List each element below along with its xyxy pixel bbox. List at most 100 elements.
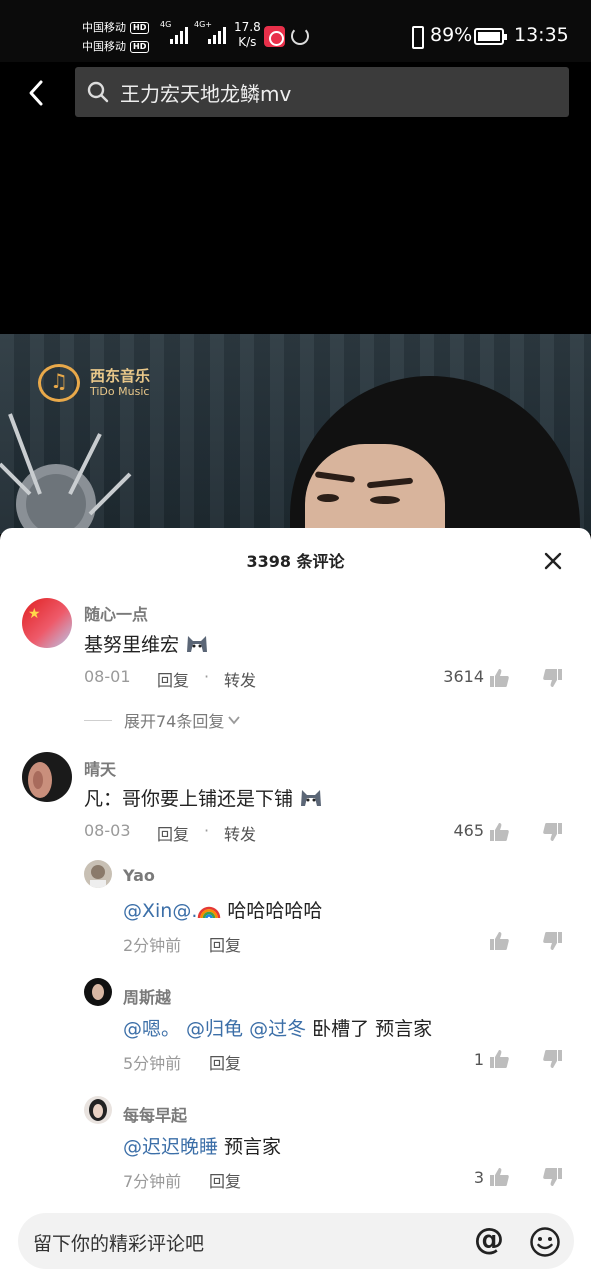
like-button[interactable] — [488, 1166, 510, 1188]
vibrate-icon — [405, 26, 427, 49]
comment-text: 凡：哥你要上铺还是下铺 — [84, 784, 323, 811]
avatar-image — [84, 978, 112, 1006]
reply-time: 5分钟前 — [123, 1054, 182, 1073]
speed-unit: K/s — [238, 35, 257, 49]
battery-percent: 89% — [430, 24, 473, 46]
emoji-button[interactable] — [529, 1226, 561, 1258]
comment-count-title: 3398 条评论 — [246, 552, 345, 571]
clock: 13:35 — [514, 24, 569, 46]
svg-text:★: ★ — [28, 606, 41, 622]
reply-button[interactable]: 回复 — [209, 932, 241, 956]
dislike-button[interactable] — [542, 821, 564, 843]
avatar-image — [22, 752, 72, 802]
expand-replies-label: 展开74条回复 — [124, 712, 225, 731]
avatar[interactable] — [84, 1096, 112, 1124]
mention-button[interactable]: @ — [474, 1224, 504, 1256]
reply-text: @嗯。 @归龟 @过冬 卧槽了 预言家 — [123, 1014, 432, 1041]
avatar-flag-image: ★ — [22, 598, 72, 648]
network-speed: 17.8 K/s — [234, 20, 261, 50]
thumbs-up-icon — [490, 1168, 509, 1186]
carrier-1: 中国移动 — [82, 21, 126, 34]
reply-body: 哈哈哈哈哈 — [221, 900, 323, 922]
smiley-icon — [530, 1227, 560, 1257]
thumbs-down-icon — [543, 1050, 562, 1068]
comment-body: 基努里维宏 — [84, 634, 180, 656]
singer-face — [305, 444, 445, 534]
reply-body: 预言家 — [218, 1136, 282, 1158]
reply-text: @Xin@. 哈哈哈哈哈 — [123, 896, 322, 923]
close-icon — [544, 552, 562, 570]
mention-link[interactable]: @Xin@. — [123, 900, 197, 922]
close-button[interactable] — [542, 550, 564, 572]
hd-badge: HD — [130, 40, 150, 53]
reply-username[interactable]: Yao — [123, 866, 155, 885]
expand-replies-button[interactable]: 展开74条回复 — [84, 708, 241, 732]
network-type-2: 4G+ — [194, 20, 212, 29]
status-bar: 中国移动 HD 中国移动 HD 4G 4G+ 17.8 K/s 89% 13:35 — [0, 0, 591, 62]
reply-username[interactable]: 每每早起 — [123, 1102, 187, 1126]
mention-link[interactable]: @迟迟晚睡 — [123, 1136, 218, 1158]
signal-icon: 4G+ — [194, 20, 226, 44]
logo-cn: 西东音乐 — [90, 367, 151, 385]
hd-badge: HD — [130, 21, 150, 34]
avatar[interactable] — [84, 978, 112, 1006]
chevron-left-icon — [29, 80, 43, 106]
divider — [84, 719, 112, 721]
battery-icon — [474, 28, 507, 45]
avatar[interactable] — [22, 752, 72, 802]
comment-text: 基努里维宏 — [84, 630, 209, 657]
like-button[interactable] — [488, 667, 510, 689]
thumbs-up-icon — [490, 1050, 509, 1068]
network-type-1: 4G — [160, 20, 172, 29]
avatar-image — [84, 860, 112, 888]
husky-emoji-icon — [301, 790, 322, 806]
dislike-button[interactable] — [542, 667, 564, 689]
like-count: 1 — [473, 1050, 484, 1069]
reply-username[interactable]: 周斯越 — [123, 984, 171, 1008]
comment-body: 凡：哥你要上铺还是下铺 — [84, 788, 294, 810]
separator-dot: · — [204, 821, 210, 840]
separator-dot: · — [204, 667, 210, 686]
reply-text: @迟迟晚睡 预言家 — [123, 1132, 281, 1159]
video-player[interactable]: 西东音乐 TiDo Music — [0, 334, 591, 534]
app-notification-icon — [264, 26, 285, 47]
forward-button[interactable]: 转发 — [224, 821, 256, 845]
search-bar[interactable]: 王力宏天地龙鳞mv — [75, 67, 569, 117]
mention-link[interactable]: @嗯。 @归龟 @过冬 — [123, 1018, 306, 1040]
tido-logo-icon — [38, 364, 80, 402]
like-button[interactable] — [488, 930, 510, 952]
comment-username[interactable]: 随心一点 — [84, 601, 148, 625]
thumbs-up-icon — [490, 669, 509, 687]
comment-date: 08-03 — [84, 821, 131, 840]
reply-button[interactable]: 回复 — [157, 821, 189, 845]
back-button[interactable] — [22, 78, 52, 108]
dislike-button[interactable] — [542, 930, 564, 952]
carrier-info: 中国移动 HD 中国移动 HD — [82, 18, 150, 56]
thumbs-up-icon — [490, 932, 509, 950]
reply-time: 7分钟前 — [123, 1172, 182, 1191]
thumbs-down-icon — [543, 823, 562, 841]
carrier-2: 中国移动 — [82, 40, 126, 53]
like-button[interactable] — [488, 821, 510, 843]
forward-button[interactable]: 转发 — [224, 667, 256, 691]
speed-value: 17.8 — [234, 20, 261, 34]
thumbs-down-icon — [543, 1168, 562, 1186]
comment-username[interactable]: 晴天 — [84, 756, 116, 780]
reply-button[interactable]: 回复 — [209, 1050, 241, 1074]
reply-button[interactable]: 回复 — [209, 1168, 241, 1192]
dislike-button[interactable] — [542, 1048, 564, 1070]
signal-icon: 4G — [160, 20, 188, 44]
thumbs-down-icon — [543, 669, 562, 687]
thumbs-up-icon — [490, 823, 509, 841]
comment-sheet: 3398 条评论 ★ 随心一点 基努里维宏 08-01 回复 · 转发 3614… — [0, 528, 591, 1280]
reply-button[interactable]: 回复 — [157, 667, 189, 691]
logo-en: TiDo Music — [90, 385, 150, 398]
like-count: 465 — [453, 821, 484, 840]
husky-emoji-icon — [187, 636, 208, 652]
dislike-button[interactable] — [542, 1166, 564, 1188]
reply-body: 卧槽了 预言家 — [306, 1018, 433, 1040]
avatar[interactable]: ★ — [22, 598, 72, 648]
avatar[interactable] — [84, 860, 112, 888]
comment-input[interactable]: 留下你的精彩评论吧 — [33, 1229, 204, 1256]
like-button[interactable] — [488, 1048, 510, 1070]
